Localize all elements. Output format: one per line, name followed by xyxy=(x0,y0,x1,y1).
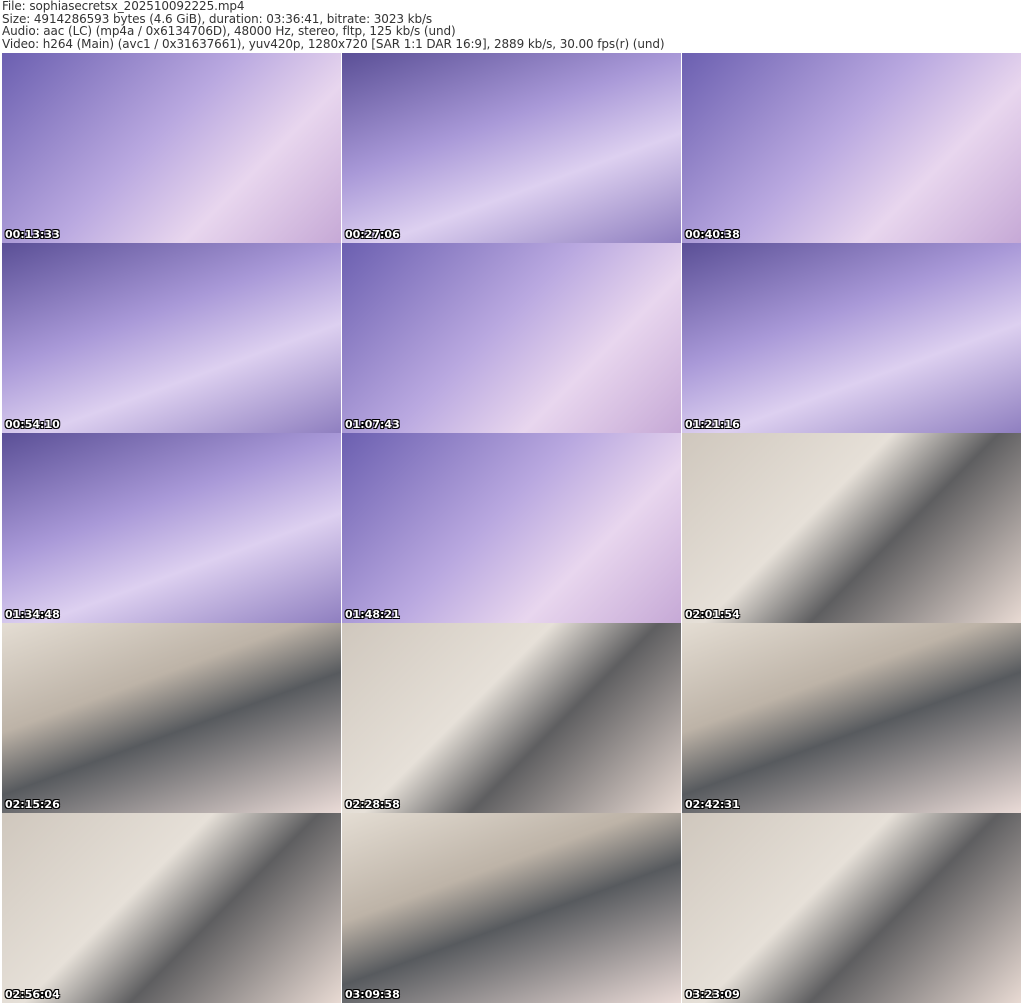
video-frame-thumbnail: 01:34:48 xyxy=(2,433,341,623)
frame-timestamp: 01:21:16 xyxy=(685,418,740,431)
file-name: File: sophiasecretsx_202510092225.mp4 xyxy=(2,0,245,13)
frame-timestamp: 02:56:04 xyxy=(5,988,60,1001)
frame-timestamp: 03:09:38 xyxy=(345,988,400,1001)
video-frame-thumbnail: 00:13:33 xyxy=(2,53,341,243)
video-frame-thumbnail: 03:23:09 xyxy=(682,813,1021,1003)
video-info: Video: h264 (Main) (avc1 / 0x31637661), … xyxy=(2,36,665,51)
frame-timestamp: 00:13:33 xyxy=(5,228,60,241)
frame-timestamp: 00:40:38 xyxy=(685,228,740,241)
thumbnail-grid: 00:13:33 00:27:06 00:40:38 00:54:10 01:07:43… xyxy=(2,53,1022,1003)
video-frame-thumbnail: 00:27:06 xyxy=(342,53,681,243)
video-frame-thumbnail: 02:42:31 xyxy=(682,623,1021,813)
video-frame-thumbnail: 03:09:38 xyxy=(342,813,681,1003)
video-frame-thumbnail: 01:48:21 xyxy=(342,433,681,623)
frame-timestamp: 01:34:48 xyxy=(5,608,60,621)
frame-timestamp: 02:28:58 xyxy=(345,798,400,811)
frame-timestamp: 01:07:43 xyxy=(345,418,400,431)
video-frame-thumbnail: 02:56:04 xyxy=(2,813,341,1003)
frame-timestamp: 01:48:21 xyxy=(345,608,400,621)
frame-timestamp: 03:23:09 xyxy=(685,988,740,1001)
frame-timestamp: 00:27:06 xyxy=(345,228,400,241)
video-frame-thumbnail: 02:01:54 xyxy=(682,433,1021,623)
video-frame-thumbnail: 02:28:58 xyxy=(342,623,681,813)
video-frame-thumbnail: 02:15:26 xyxy=(2,623,341,813)
frame-timestamp: 02:15:26 xyxy=(5,798,60,811)
video-frame-thumbnail: 00:54:10 xyxy=(2,243,341,433)
frame-timestamp: 02:42:31 xyxy=(685,798,740,811)
file-info-header: File: sophiasecretsx_202510092225.mp4 Si… xyxy=(2,0,1022,50)
frame-timestamp: 02:01:54 xyxy=(685,608,740,621)
video-frame-thumbnail: 01:21:16 xyxy=(682,243,1021,433)
frame-timestamp: 00:54:10 xyxy=(5,418,60,431)
audio-info: Audio: aac (LC) (mp4a / 0x6134706D), 480… xyxy=(2,24,456,38)
video-frame-thumbnail: 00:40:38 xyxy=(682,53,1021,243)
video-frame-thumbnail: 01:07:43 xyxy=(342,243,681,433)
